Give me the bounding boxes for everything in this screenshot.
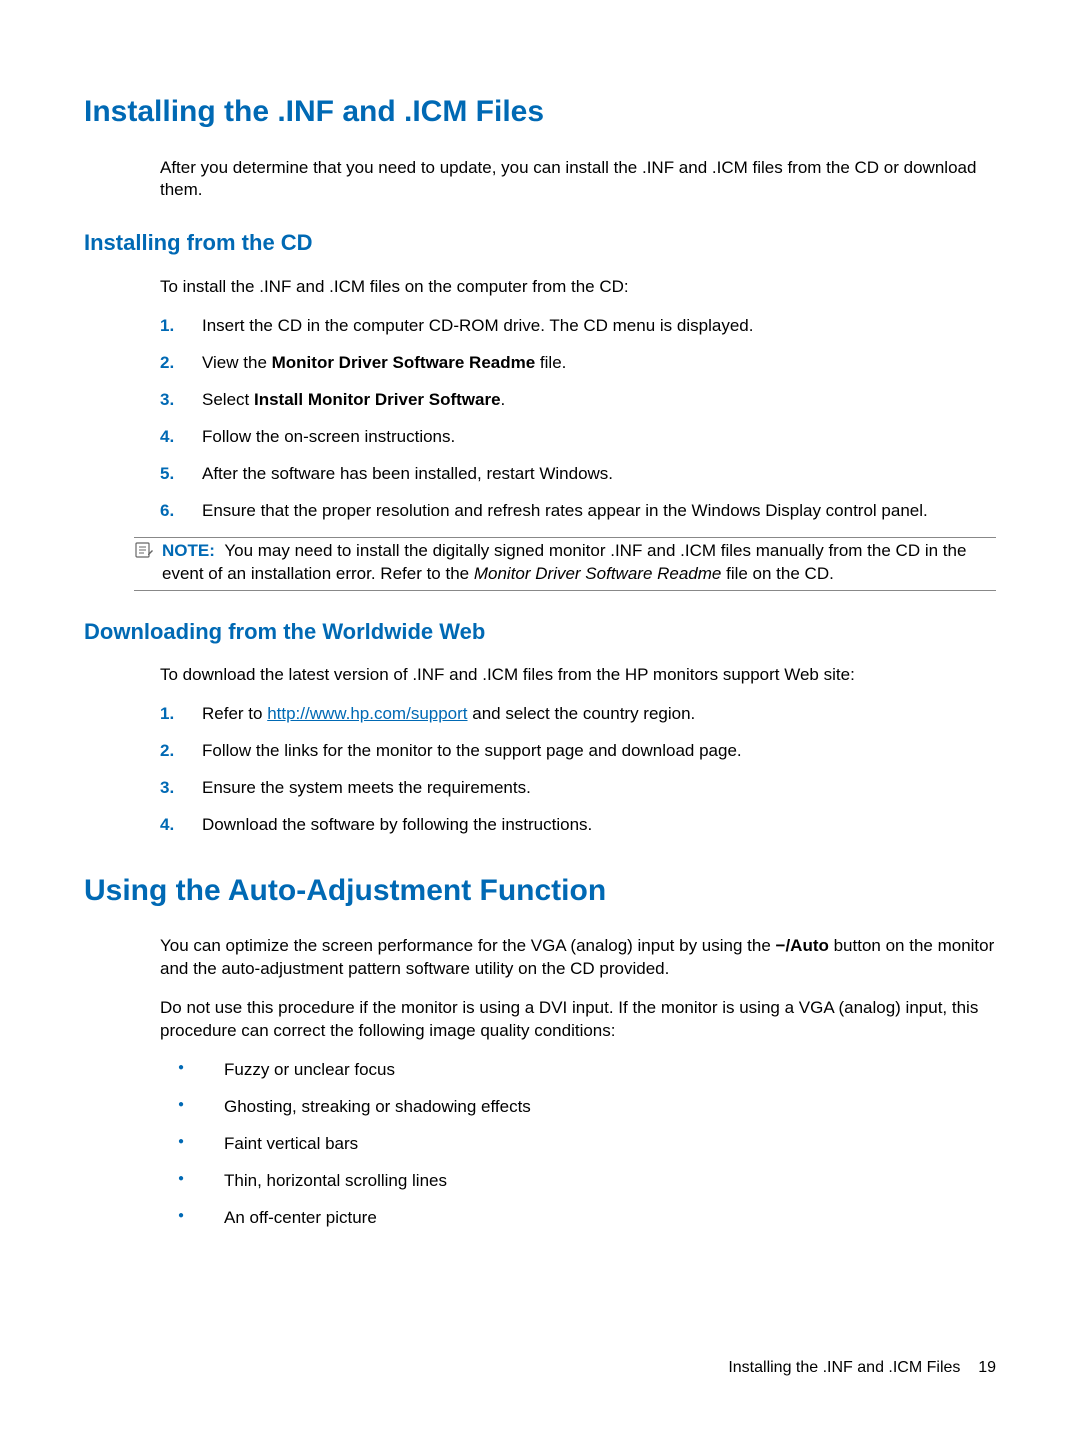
heading-download-web: Downloading from the Worldwide Web bbox=[84, 617, 996, 647]
download-intro: To download the latest version of .INF a… bbox=[160, 664, 996, 687]
list-marker: 6. bbox=[160, 500, 174, 523]
auto-paragraph-1: You can optimize the screen performance … bbox=[160, 935, 996, 981]
cd-intro: To install the .INF and .ICM files on th… bbox=[160, 276, 996, 299]
heading-auto-adjustment: Using the Auto-Adjustment Function bbox=[84, 871, 996, 912]
intro-paragraph: After you determine that you need to upd… bbox=[160, 157, 996, 203]
document-page: Installing the .INF and .ICM Files After… bbox=[0, 0, 1080, 1437]
list-item: An off-center picture bbox=[84, 1207, 996, 1230]
list-marker: 4. bbox=[160, 814, 174, 837]
download-steps-list: 1. Refer to http://www.hp.com/support an… bbox=[84, 703, 996, 837]
page-footer: Installing the .INF and .ICM Files 19 bbox=[728, 1357, 996, 1379]
list-item: 3. Select Install Monitor Driver Softwar… bbox=[84, 389, 996, 412]
list-marker: 2. bbox=[160, 352, 174, 375]
list-text: Fuzzy or unclear focus bbox=[224, 1060, 395, 1079]
page-number: 19 bbox=[978, 1359, 996, 1376]
list-text: Refer to http://www.hp.com/support and s… bbox=[202, 704, 695, 723]
list-text: Ensure that the proper resolution and re… bbox=[202, 501, 928, 520]
list-item: 4. Download the software by following th… bbox=[84, 814, 996, 837]
italic-text: Monitor Driver Software Readme bbox=[474, 564, 722, 583]
list-text: View the Monitor Driver Software Readme … bbox=[202, 353, 566, 372]
bold-text: Monitor Driver Software Readme bbox=[272, 353, 536, 372]
list-text: Download the software by following the i… bbox=[202, 815, 592, 834]
list-marker: 4. bbox=[160, 426, 174, 449]
list-item: Faint vertical bars bbox=[84, 1133, 996, 1156]
list-text: Thin, horizontal scrolling lines bbox=[224, 1171, 447, 1190]
list-item: 5. After the software has been installed… bbox=[84, 463, 996, 486]
note-icon bbox=[134, 540, 154, 566]
list-text: Ghosting, streaking or shadowing effects bbox=[224, 1097, 531, 1116]
list-marker: 3. bbox=[160, 389, 174, 412]
list-item: 6. Ensure that the proper resolution and… bbox=[84, 500, 996, 523]
auto-paragraph-2: Do not use this procedure if the monitor… bbox=[160, 997, 996, 1043]
bold-text: −/Auto bbox=[776, 936, 829, 955]
support-link[interactable]: http://www.hp.com/support bbox=[267, 704, 467, 723]
list-item: Ghosting, streaking or shadowing effects bbox=[84, 1096, 996, 1119]
list-item: 2. View the Monitor Driver Software Read… bbox=[84, 352, 996, 375]
bold-text: Install Monitor Driver Software bbox=[254, 390, 501, 409]
list-item: 3. Ensure the system meets the requireme… bbox=[84, 777, 996, 800]
footer-section-title: Installing the .INF and .ICM Files bbox=[728, 1359, 960, 1376]
list-marker: 5. bbox=[160, 463, 174, 486]
cd-steps-list: 1. Insert the CD in the computer CD-ROM … bbox=[84, 315, 996, 523]
list-text: An off-center picture bbox=[224, 1208, 377, 1227]
note-label: NOTE: bbox=[162, 541, 215, 560]
list-item: 1. Refer to http://www.hp.com/support an… bbox=[84, 703, 996, 726]
list-marker: 1. bbox=[160, 703, 174, 726]
list-text: Follow the on-screen instructions. bbox=[202, 427, 455, 446]
list-marker: 2. bbox=[160, 740, 174, 763]
list-text: Follow the links for the monitor to the … bbox=[202, 741, 742, 760]
list-item: Fuzzy or unclear focus bbox=[84, 1059, 996, 1082]
list-item: Thin, horizontal scrolling lines bbox=[84, 1170, 996, 1193]
list-text: Select Install Monitor Driver Software. bbox=[202, 390, 505, 409]
list-text: Faint vertical bars bbox=[224, 1134, 358, 1153]
list-item: 2. Follow the links for the monitor to t… bbox=[84, 740, 996, 763]
list-item: 1. Insert the CD in the computer CD-ROM … bbox=[84, 315, 996, 338]
conditions-list: Fuzzy or unclear focus Ghosting, streaki… bbox=[84, 1059, 996, 1230]
list-text: Ensure the system meets the requirements… bbox=[202, 778, 531, 797]
list-item: 4. Follow the on-screen instructions. bbox=[84, 426, 996, 449]
heading-install-from-cd: Installing from the CD bbox=[84, 228, 996, 258]
note-callout: NOTE: You may need to install the digita… bbox=[134, 537, 996, 591]
list-text: Insert the CD in the computer CD-ROM dri… bbox=[202, 316, 753, 335]
list-marker: 3. bbox=[160, 777, 174, 800]
heading-installing-files: Installing the .INF and .ICM Files bbox=[84, 92, 996, 133]
list-marker: 1. bbox=[160, 315, 174, 338]
list-text: After the software has been installed, r… bbox=[202, 464, 613, 483]
note-text: NOTE: You may need to install the digita… bbox=[162, 540, 996, 586]
